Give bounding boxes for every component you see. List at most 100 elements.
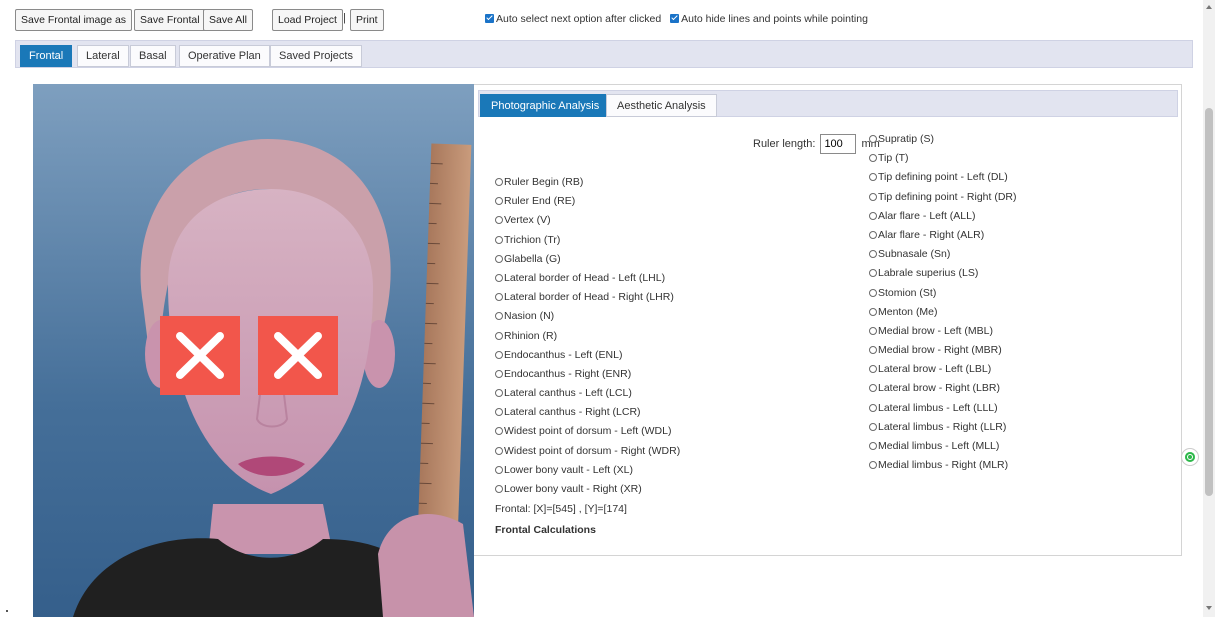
point-option-alar-flare-right-alr[interactable]: Alar flare - Right (ALR) [869, 226, 1017, 245]
checkbox-checked-icon[interactable] [670, 14, 680, 23]
point-option-stomion-st[interactable]: Stomion (St) [869, 284, 1017, 303]
point-option-supratip-s[interactable]: Supratip (S) [869, 130, 1017, 149]
radio-unchecked-icon[interactable] [495, 312, 503, 321]
radio-unchecked-icon[interactable] [869, 192, 877, 201]
print-button[interactable]: Print [350, 9, 384, 31]
radio-unchecked-icon[interactable] [869, 365, 877, 374]
radio-unchecked-icon[interactable] [495, 446, 503, 455]
radio-unchecked-icon[interactable] [495, 197, 503, 206]
radio-unchecked-icon[interactable] [495, 408, 503, 417]
radio-unchecked-icon[interactable] [869, 288, 877, 297]
page-scrollbar[interactable] [1203, 0, 1215, 617]
point-option-trichion-tr[interactable]: Trichion (Tr) [495, 231, 680, 250]
radio-unchecked-icon[interactable] [869, 422, 877, 431]
tab-saved-projects[interactable]: Saved Projects [270, 45, 362, 67]
point-option-glabella-g[interactable]: Glabella (G) [495, 250, 680, 269]
load-project-button[interactable]: Load Project [272, 9, 343, 31]
point-option-lateral-canthus-right-lcr[interactable]: Lateral canthus - Right (LCR) [495, 403, 680, 422]
save-frontal-image-as-button[interactable]: Save Frontal image as [15, 9, 133, 31]
point-option-lateral-canthus-left-lcl[interactable]: Lateral canthus - Left (LCL) [495, 384, 680, 403]
radio-unchecked-icon[interactable] [495, 427, 503, 436]
radio-unchecked-icon[interactable] [495, 254, 503, 263]
point-option-tip-t[interactable]: Tip (T) [869, 149, 1017, 168]
auto-hide-label[interactable]: Auto hide lines and points while pointin… [681, 13, 868, 25]
radio-unchecked-icon[interactable] [869, 230, 877, 239]
radio-unchecked-icon[interactable] [495, 216, 503, 225]
radio-unchecked-icon[interactable] [869, 326, 877, 335]
radio-unchecked-icon[interactable] [869, 384, 877, 393]
point-option-tip-defining-point-right-dr[interactable]: Tip defining point - Right (DR) [869, 188, 1017, 207]
point-option-medial-brow-right-mbr[interactable]: Medial brow - Right (MBR) [869, 341, 1017, 360]
point-option-label: Lateral canthus - Right (LCR) [504, 406, 641, 419]
tab-operative-plan[interactable]: Operative Plan [179, 45, 270, 67]
point-option-lateral-brow-left-lbl[interactable]: Lateral brow - Left (LBL) [869, 360, 1017, 379]
point-option-menton-me[interactable]: Menton (Me) [869, 303, 1017, 322]
scrollbar-thumb[interactable] [1205, 108, 1213, 496]
radio-unchecked-icon[interactable] [869, 173, 877, 182]
frontal-coordinates: Frontal: [X]=[545] , [Y]=[174] [495, 503, 627, 515]
radio-unchecked-icon[interactable] [869, 461, 877, 470]
point-option-labrale-superius-ls[interactable]: Labrale superius (LS) [869, 264, 1017, 283]
radio-unchecked-icon[interactable] [495, 331, 503, 340]
point-option-subnasale-sn[interactable]: Subnasale (Sn) [869, 245, 1017, 264]
point-option-lower-bony-vault-right-xr[interactable]: Lower bony vault - Right (XR) [495, 480, 680, 499]
point-option-label: Lower bony vault - Right (XR) [504, 483, 642, 495]
point-option-lower-bony-vault-left-xl[interactable]: Lower bony vault - Left (XL) [495, 461, 680, 480]
point-option-label: Alar flare - Right (ALR) [878, 228, 985, 241]
radio-unchecked-icon[interactable] [869, 135, 877, 143]
radio-unchecked-icon[interactable] [495, 178, 503, 186]
tab-aesthetic-analysis[interactable]: Aesthetic Analysis [606, 94, 717, 117]
point-option-lateral-border-of-head-left-lhl[interactable]: Lateral border of Head - Left (LHL) [495, 269, 680, 288]
radio-unchecked-icon[interactable] [869, 269, 877, 278]
checkbox-checked-icon[interactable] [485, 14, 494, 23]
radio-unchecked-icon[interactable] [869, 211, 877, 220]
point-option-nasion-n[interactable]: Nasion (N) [495, 307, 680, 326]
point-option-ruler-end-re[interactable]: Ruler End (RE) [495, 192, 680, 211]
radio-unchecked-icon[interactable] [869, 403, 877, 412]
radio-unchecked-icon[interactable] [869, 346, 877, 355]
radio-unchecked-icon[interactable] [495, 485, 503, 493]
radio-unchecked-icon[interactable] [495, 293, 503, 302]
point-option-label: Glabella (G) [504, 252, 561, 265]
radio-unchecked-icon[interactable] [869, 154, 877, 163]
scroll-down-icon[interactable] [1206, 606, 1212, 610]
point-option-lateral-border-of-head-right-lhr[interactable]: Lateral border of Head - Right (LHR) [495, 288, 680, 307]
point-option-label: Endocanthus - Right (ENR) [504, 367, 632, 380]
ruler-length-input[interactable] [820, 134, 857, 154]
radio-unchecked-icon[interactable] [495, 369, 503, 378]
scroll-up-icon[interactable] [1206, 5, 1212, 9]
radio-unchecked-icon[interactable] [495, 235, 503, 244]
point-option-medial-limbus-left-mll[interactable]: Medial limbus - Left (MLL) [869, 437, 1017, 456]
radio-unchecked-icon[interactable] [495, 465, 503, 474]
tab-basal[interactable]: Basal [130, 45, 176, 67]
tab-frontal[interactable]: Frontal [20, 45, 73, 67]
point-option-medial-limbus-right-mlr[interactable]: Medial limbus - Right (MLR) [869, 456, 1017, 475]
frontal-photo[interactable] [33, 84, 474, 617]
point-option-endocanthus-right-enr[interactable]: Endocanthus - Right (ENR) [495, 365, 680, 384]
frontal-photo-canvas[interactable] [33, 84, 474, 617]
point-option-rhinion-r[interactable]: Rhinion (R) [495, 327, 680, 346]
point-option-alar-flare-left-all[interactable]: Alar flare - Left (ALL) [869, 207, 1017, 226]
radio-unchecked-icon[interactable] [495, 389, 503, 398]
point-option-lateral-limbus-left-lll[interactable]: Lateral limbus - Left (LLL) [869, 399, 1017, 418]
auto-select-label[interactable]: Auto select next option after clicked [496, 13, 661, 25]
point-option-lateral-brow-right-lbr[interactable]: Lateral brow - Right (LBR) [869, 379, 1017, 398]
point-option-tip-defining-point-left-dl[interactable]: Tip defining point - Left (DL) [869, 168, 1017, 187]
point-option-widest-point-of-dorsum-left-wdl[interactable]: Widest point of dorsum - Left (WDL) [495, 422, 680, 441]
point-option-medial-brow-left-mbl[interactable]: Medial brow - Left (MBL) [869, 322, 1017, 341]
save-frontal-button[interactable]: Save Frontal [134, 9, 206, 31]
green-dot-icon[interactable] [1181, 448, 1199, 466]
point-option-vertex-v[interactable]: Vertex (V) [495, 211, 680, 230]
radio-unchecked-icon[interactable] [869, 307, 877, 316]
tab-photographic-analysis[interactable]: Photographic Analysis [480, 94, 611, 117]
point-option-lateral-limbus-right-llr[interactable]: Lateral limbus - Right (LLR) [869, 418, 1017, 437]
point-option-ruler-begin-rb[interactable]: Ruler Begin (RB) [495, 173, 680, 192]
save-all-button[interactable]: Save All [203, 9, 253, 31]
radio-unchecked-icon[interactable] [495, 350, 503, 359]
radio-unchecked-icon[interactable] [495, 273, 503, 282]
point-option-widest-point-of-dorsum-right-wdr[interactable]: Widest point of dorsum - Right (WDR) [495, 442, 680, 461]
radio-unchecked-icon[interactable] [869, 250, 877, 259]
tab-lateral[interactable]: Lateral [77, 45, 129, 67]
point-option-endocanthus-left-enl[interactable]: Endocanthus - Left (ENL) [495, 346, 680, 365]
radio-unchecked-icon[interactable] [869, 442, 877, 450]
